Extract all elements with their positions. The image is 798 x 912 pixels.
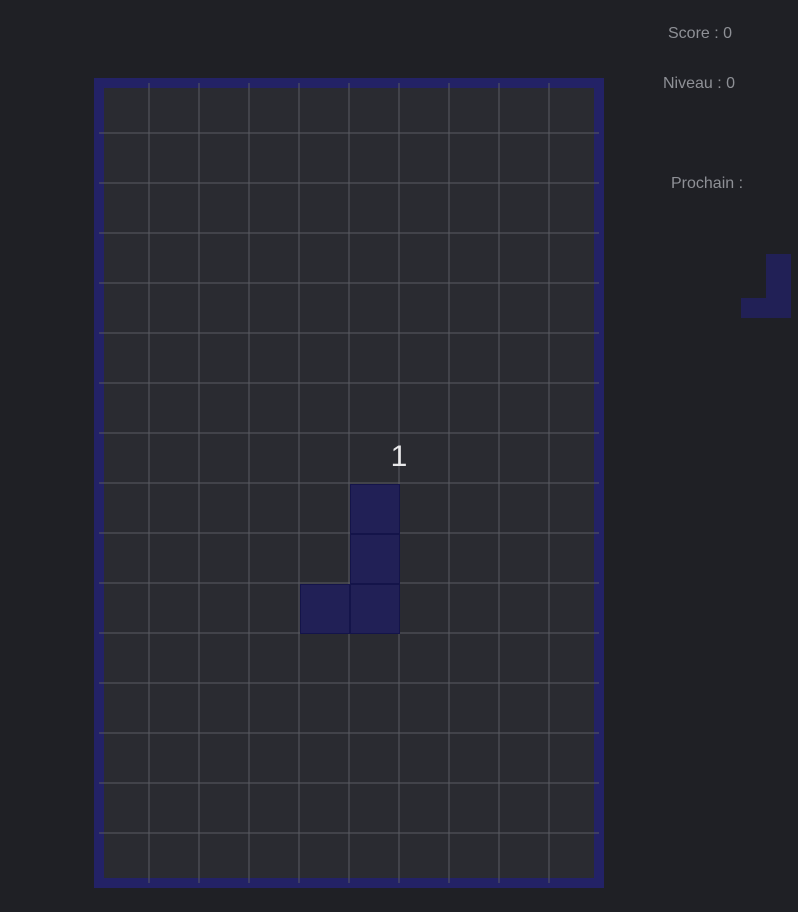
score-label: Score : 0 [668, 25, 733, 42]
piece-block [350, 584, 400, 634]
piece-block [350, 484, 400, 534]
piece-block [350, 534, 400, 584]
countdown-number: 1 [390, 440, 408, 473]
next-piece-block [766, 254, 791, 276]
next-piece-block [766, 298, 791, 318]
next-piece-block [741, 298, 766, 318]
level-label: Niveau : 0 [663, 75, 736, 92]
piece-block [300, 584, 350, 634]
next-piece-block [766, 276, 791, 298]
board-grid [99, 83, 599, 883]
game-screen: Score : 0 Niveau : 0 Prochain : 1 [0, 0, 798, 912]
next-piece-label: Prochain : [671, 175, 744, 192]
